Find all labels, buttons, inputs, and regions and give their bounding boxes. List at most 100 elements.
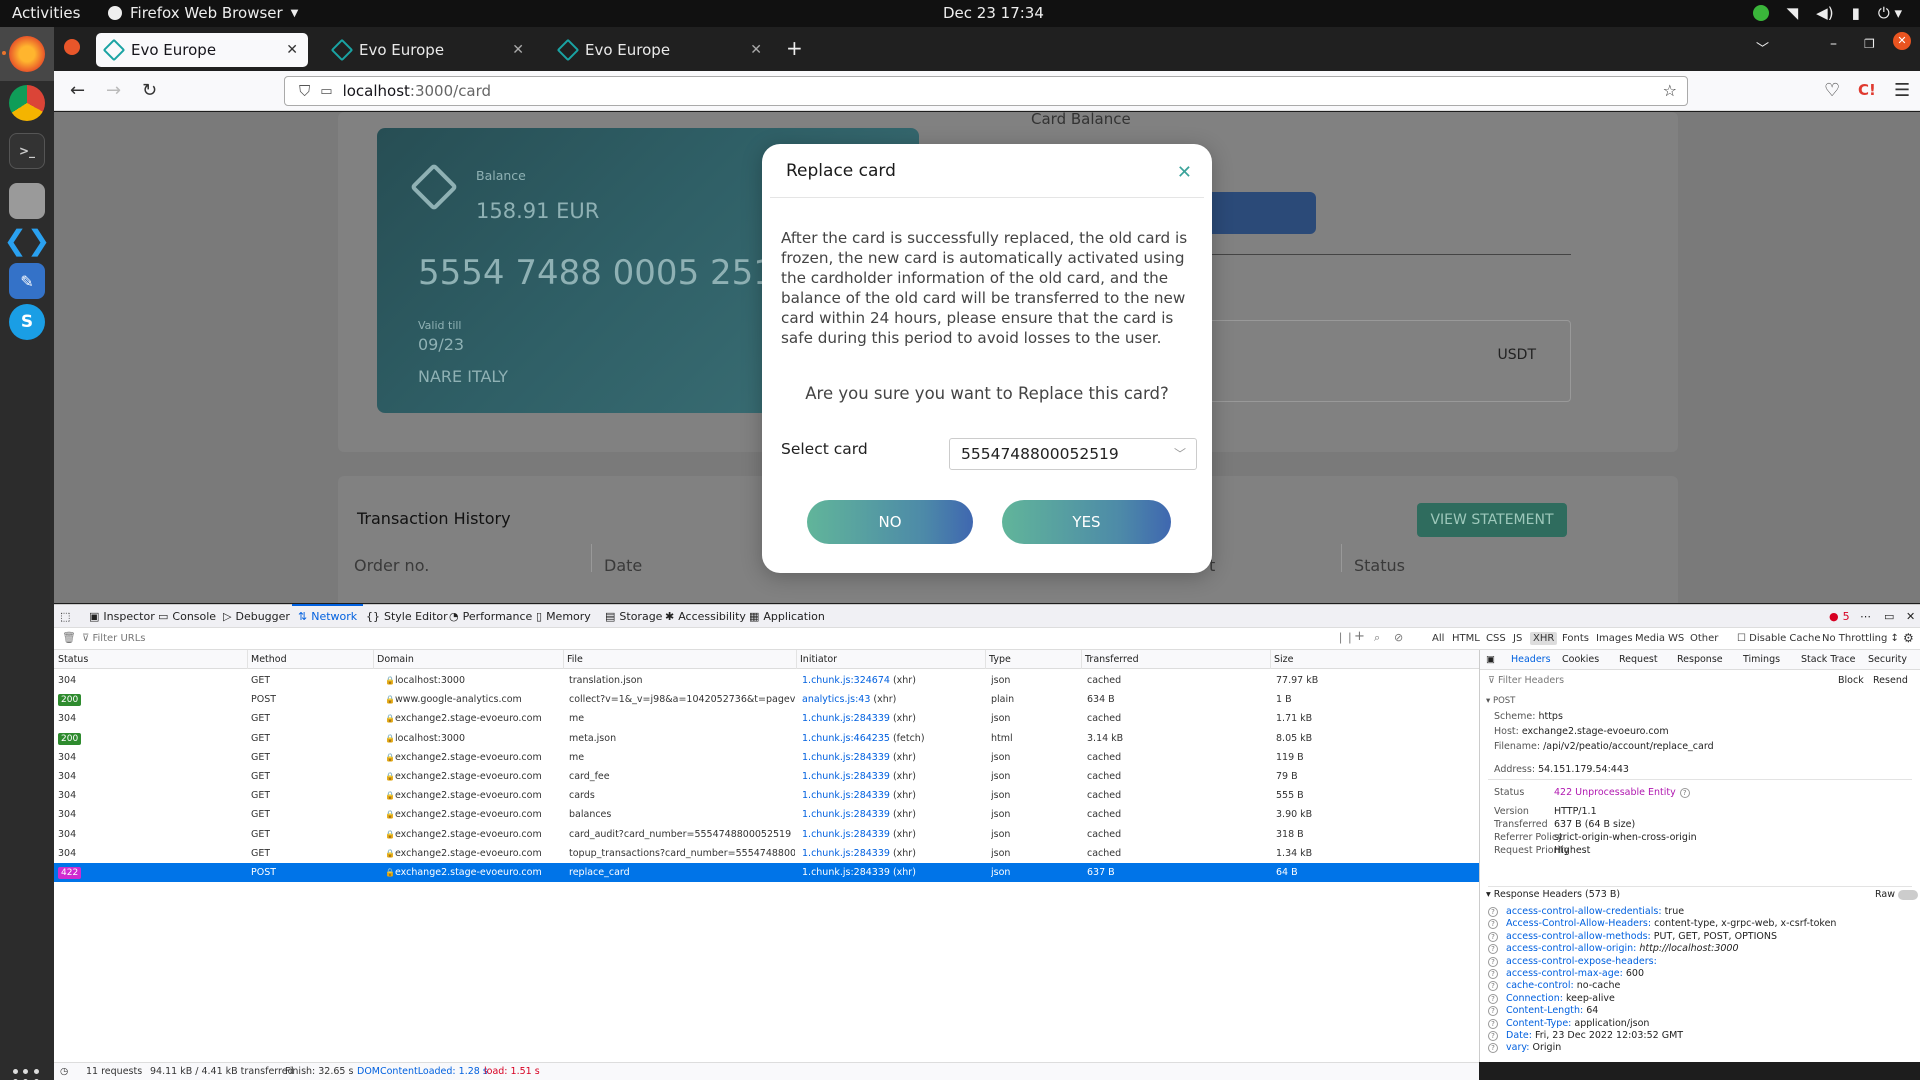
tab-application[interactable]: ▦ Application xyxy=(749,610,825,623)
help-icon[interactable]: ? xyxy=(1488,993,1498,1004)
filter-xhr[interactable]: XHR xyxy=(1530,632,1558,645)
column-divider[interactable] xyxy=(247,650,248,669)
block-icon[interactable]: ⊘ xyxy=(1394,631,1403,644)
filter-all[interactable]: All xyxy=(1432,633,1444,644)
table-row[interactable]: 304 GET 🔒exchange2.stage-evoeuro.com cards 1… xyxy=(54,786,1479,805)
help-icon[interactable]: ? xyxy=(1488,1018,1498,1029)
help-icon[interactable]: ? xyxy=(1488,981,1498,992)
page-info-icon[interactable]: ▭ xyxy=(320,84,332,99)
system-tray[interactable]: ◥ ◀) ▮ ⏻ ▾ xyxy=(1752,4,1902,22)
url-bar[interactable]: ⛉ ▭ localhost:3000/card ☆ xyxy=(284,76,1688,106)
column-size-header[interactable]: Size xyxy=(1274,654,1294,665)
tab-style-editor[interactable]: {} Style Editor xyxy=(366,610,448,623)
method-section-toggle[interactable]: ▾ POST xyxy=(1486,696,1515,706)
block-button[interactable]: Block xyxy=(1838,675,1864,686)
filter-other[interactable]: Other xyxy=(1690,633,1718,644)
tab-evo-europe-3[interactable]: Evo Europe ✕ xyxy=(550,33,772,67)
tab-timings[interactable]: Timings xyxy=(1743,654,1780,665)
help-icon[interactable]: ? xyxy=(1488,919,1498,930)
tab-security[interactable]: Security xyxy=(1868,654,1907,665)
help-icon[interactable]: ? xyxy=(1488,944,1498,955)
resend-button[interactable]: Resend xyxy=(1873,675,1908,686)
column-divider[interactable] xyxy=(563,650,564,669)
tab-network[interactable]: ⇅ Network xyxy=(291,604,364,623)
column-domain-header[interactable]: Domain xyxy=(377,654,414,665)
skype-icon[interactable]: S xyxy=(9,304,45,340)
disable-cache-checkbox[interactable]: ☐ Disable Cache xyxy=(1737,633,1821,644)
pause-icon[interactable]: ❘❘ xyxy=(1336,631,1354,644)
error-counter[interactable]: ● 5 xyxy=(1829,610,1850,623)
column-initiator-header[interactable]: Initiator xyxy=(800,654,837,665)
filter-media[interactable]: Media xyxy=(1635,633,1665,644)
help-icon[interactable]: ? xyxy=(1488,931,1498,942)
column-divider[interactable] xyxy=(985,650,986,669)
help-icon[interactable]: ? xyxy=(1488,1031,1498,1041)
chrome-icon[interactable] xyxy=(9,85,45,121)
forward-icon[interactable]: → xyxy=(106,80,121,101)
tab-memory[interactable]: ▯ Memory xyxy=(536,610,591,623)
column-transferred-header[interactable]: Transferred xyxy=(1085,654,1139,665)
tab-debugger[interactable]: ▷ Debugger xyxy=(223,610,290,623)
column-status-header[interactable]: Status xyxy=(58,654,88,665)
throttling-select[interactable]: No Throttling ↕ xyxy=(1822,633,1899,644)
close-window-icon[interactable]: ✕ xyxy=(1893,32,1911,50)
filter-js[interactable]: JS xyxy=(1513,633,1522,644)
tab-evo-europe-1[interactable]: Evo Europe ✕ xyxy=(96,33,308,67)
terminal-icon[interactable]: >_ xyxy=(9,133,45,169)
tab-accessibility[interactable]: ✱ Accessibility xyxy=(665,610,746,623)
filter-headers-input[interactable]: ⊽ Filter Headers xyxy=(1488,675,1564,686)
more-options-icon[interactable]: ⋯ xyxy=(1860,610,1871,623)
filter-css[interactable]: CSS xyxy=(1486,633,1506,644)
response-headers-toggle[interactable]: ▾ Response Headers (573 B) xyxy=(1486,889,1620,900)
tab-console[interactable]: ▭ Console xyxy=(158,610,216,623)
app-menu[interactable]: Firefox Web Browser ▼ xyxy=(108,4,298,22)
table-row[interactable]: 304 GET 🔒exchange2.stage-evoeuro.com me 1.ch… xyxy=(54,748,1479,767)
view-statement-button[interactable]: VIEW STATEMENT xyxy=(1417,503,1567,537)
vscode-icon[interactable]: ❮❯ xyxy=(4,222,51,258)
tab-headers[interactable]: Headers xyxy=(1511,654,1551,665)
tab-cookies[interactable]: Cookies xyxy=(1562,654,1599,665)
close-icon[interactable]: ✕ xyxy=(1177,162,1192,183)
shield-icon[interactable]: ⛉ xyxy=(299,82,310,100)
bookmark-star-icon[interactable]: ☆ xyxy=(1663,81,1677,100)
column-file-header[interactable]: File xyxy=(567,654,583,665)
help-icon[interactable]: ? xyxy=(1488,1043,1498,1054)
activities-button[interactable]: Activities xyxy=(12,4,80,22)
new-tab-icon[interactable]: + xyxy=(786,36,803,60)
clock[interactable]: Dec 23 17:34 xyxy=(943,4,1044,22)
balance-action-button[interactable] xyxy=(1204,192,1316,234)
settings-gear-icon[interactable]: ⚙ xyxy=(1903,631,1914,645)
filter-html[interactable]: HTML xyxy=(1452,633,1480,644)
search-icon[interactable]: ⌕ xyxy=(1374,631,1380,645)
column-divider[interactable] xyxy=(1081,650,1082,669)
tab-performance[interactable]: ◔ Performance xyxy=(449,610,532,623)
text-editor-icon[interactable]: ✎ xyxy=(9,263,45,299)
help-icon[interactable]: ? xyxy=(1488,969,1498,979)
throttle-clock-icon[interactable]: ◷ xyxy=(60,1066,68,1077)
table-row[interactable]: 304 GET 🔒exchange2.stage-evoeuro.com topup_… xyxy=(54,844,1479,863)
dock-side-icon[interactable]: ▭ xyxy=(1884,610,1894,623)
column-divider[interactable] xyxy=(1270,650,1271,669)
help-icon[interactable]: ? xyxy=(1488,1006,1498,1017)
column-type-header[interactable]: Type xyxy=(989,654,1011,665)
yes-button[interactable]: YES xyxy=(1002,500,1171,544)
close-tab-icon[interactable]: ✕ xyxy=(286,42,298,58)
help-icon[interactable]: ? xyxy=(1488,907,1498,917)
menu-icon[interactable]: ☰ xyxy=(1894,80,1910,101)
no-button[interactable]: NO xyxy=(807,500,973,544)
filter-urls-input[interactable]: ⊽ Filter URLs xyxy=(82,633,146,644)
trash-icon[interactable]: 🗑 xyxy=(62,631,76,644)
table-row[interactable]: 304 GET 🔒exchange2.stage-evoeuro.com me 1.ch… xyxy=(54,709,1479,728)
column-divider[interactable] xyxy=(373,650,374,669)
close-tab-icon[interactable]: ✕ xyxy=(512,42,524,58)
extension-icon[interactable]: C! xyxy=(1858,81,1876,99)
close-tab-icon[interactable]: ✕ xyxy=(750,42,762,58)
table-row[interactable]: 422 POST 🔒exchange2.stage-evoeuro.com repla… xyxy=(54,863,1479,882)
tab-stack-trace[interactable]: Stack Trace xyxy=(1801,654,1856,665)
tab-storage[interactable]: ▤ Storage xyxy=(605,610,662,623)
select-card-dropdown[interactable]: 5554748800052519 ﹀ xyxy=(949,438,1197,470)
firefox-icon[interactable] xyxy=(9,36,45,72)
tab-inspector[interactable]: ▣ Inspector xyxy=(89,610,155,623)
pick-element-icon[interactable]: ⬚ xyxy=(60,610,70,623)
table-row[interactable]: 200 GET 🔒localhost:3000 meta.json 1.chunk.js… xyxy=(54,729,1479,748)
